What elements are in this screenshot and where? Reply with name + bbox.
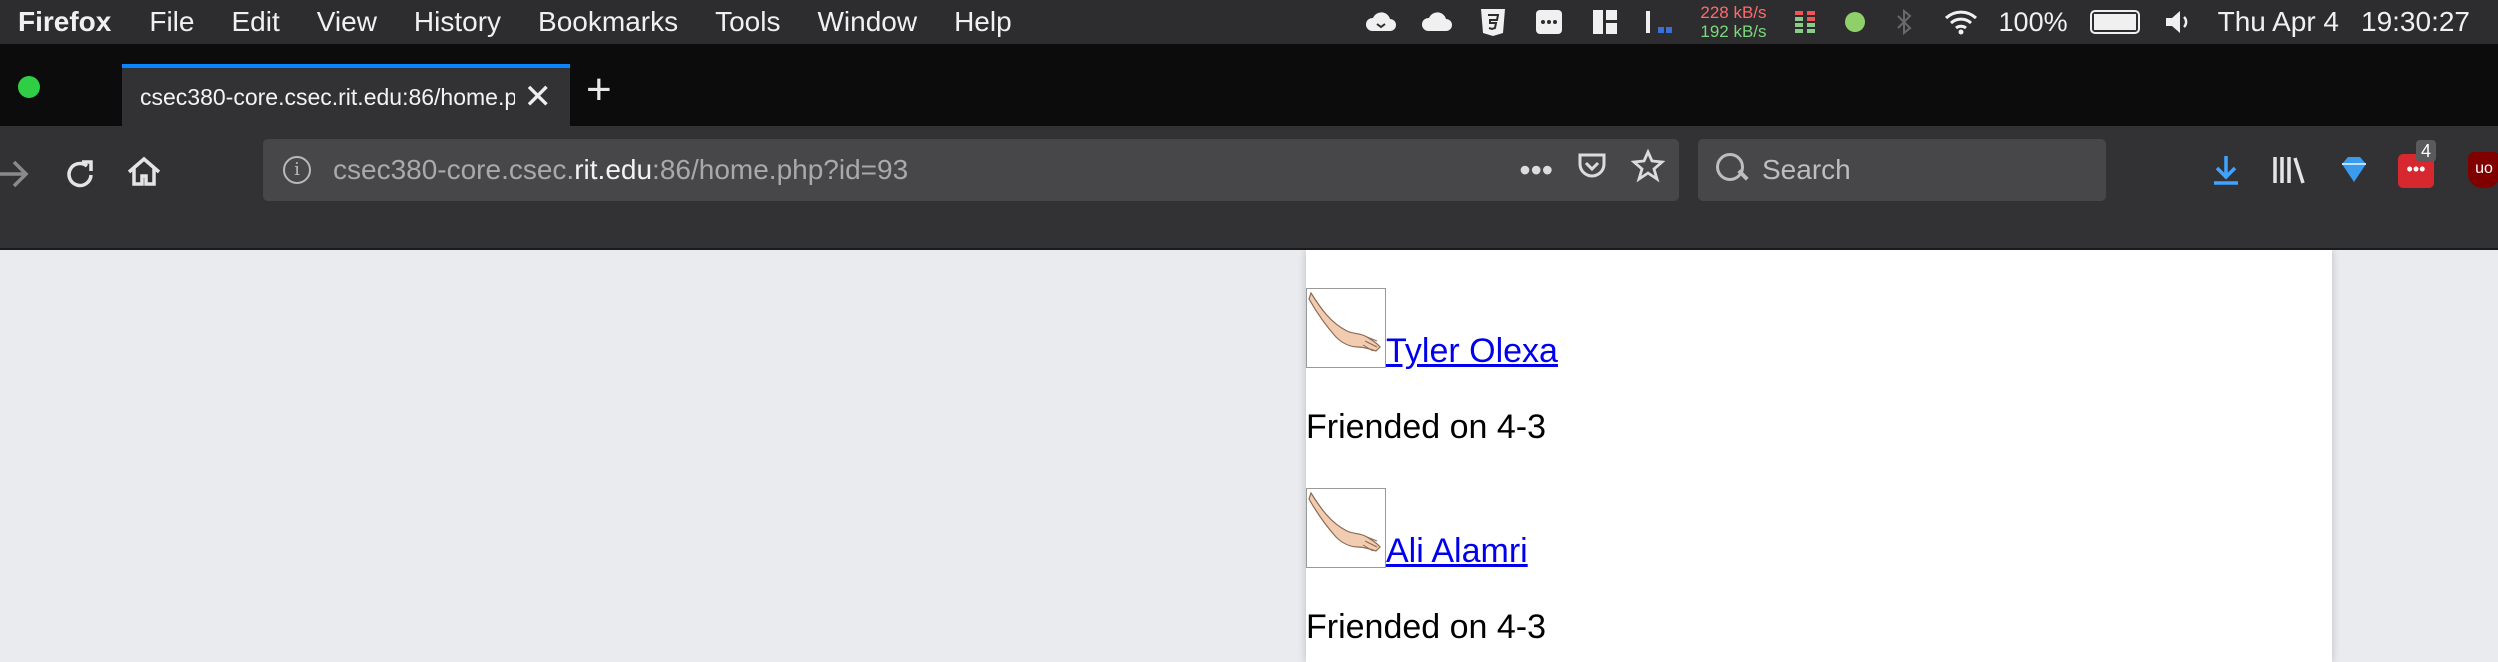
tab-active[interactable]: csec380-core.csec.rit.edu:86/home.php?id… [122,64,570,126]
ublock-origin-icon[interactable]: uo [2468,152,2498,188]
menu-window[interactable]: Window [817,6,917,38]
page-actions-icon[interactable]: ••• [1519,152,1553,189]
search-bar[interactable]: Search [1698,139,2106,201]
extension-badge-count: 4 [2416,140,2437,162]
cloud-icon[interactable] [1420,7,1454,37]
pocket-icon[interactable] [1575,149,1609,191]
clock-time[interactable]: 19:30:27 [2361,6,2470,38]
bookmark-star-icon[interactable] [1630,148,1666,191]
status-dot-icon[interactable] [1844,12,1865,32]
friend-name-link[interactable]: Tyler Olexa [1386,332,1558,370]
url-suffix: :86/home.php?id=93 [652,154,909,185]
battery-percentage: 100% [1998,6,2068,37]
friend-entry: Tyler Olexa [1306,288,1558,368]
url-text[interactable]: csec380-core.csec.rit.edu:86/home.php?id… [333,154,908,186]
window-layout-icon[interactable] [1588,7,1622,37]
diamond-extension-icon[interactable] [2336,152,2372,195]
network-upload-speed: 228 kB/s [1700,3,1767,22]
battery-icon[interactable] [2089,10,2140,34]
friend-avatar-icon[interactable] [1306,288,1386,368]
html5-icon[interactable] [1476,7,1510,37]
url-prefix: csec380-core.csec. [333,154,575,185]
friended-date: Friended on 4-3 [1306,408,1547,446]
volume-icon[interactable] [2162,7,2196,37]
menu-help[interactable]: Help [954,6,1012,38]
friend-entry: Ali Alamri [1306,488,1528,568]
friended-date: Friended on 4-3 [1306,608,1547,646]
search-icon [1716,153,1750,187]
clock-date[interactable]: Thu Apr 4 [2218,6,2339,38]
network-download-speed: 192 kB/s [1700,22,1767,41]
page-viewport: Tyler Olexa Friended on 4-3 Ali Alamri F… [0,250,2498,662]
bluetooth-icon[interactable] [1887,7,1921,37]
menu-file[interactable]: File [149,6,194,38]
tab-strip: csec380-core.csec.rit.edu:86/home.php?id… [0,44,2498,126]
cloud-sync-icon[interactable] [1364,7,1398,37]
reload-icon[interactable] [60,154,100,202]
forward-arrow-icon[interactable] [0,154,32,202]
wifi-icon[interactable] [1943,7,1977,37]
network-speed-readout[interactable]: 228 kB/s 192 kB/s [1700,3,1766,41]
friend-name-link[interactable]: Ali Alamri [1386,532,1528,570]
status-tray: 228 kB/s 192 kB/s 100% Thu Apr 4 19:30:2… [1364,0,2470,44]
app-menu-firefox[interactable]: Firefox [18,6,111,38]
site-info-icon[interactable]: i [283,156,311,184]
search-placeholder: Search [1762,154,1851,185]
friend-avatar-icon[interactable] [1306,488,1386,568]
close-tab-icon[interactable]: ✕ [524,80,553,114]
menu-edit[interactable]: Edit [231,6,279,38]
home-icon[interactable] [124,152,164,200]
menu-tools[interactable]: Tools [715,6,780,38]
new-tab-button[interactable]: + [586,68,612,112]
url-bar[interactable]: i csec380-core.csec.rit.edu:86/home.php?… [263,139,1679,201]
tab-title: csec380-core.csec.rit.edu:86/home.php?id… [140,83,515,110]
download-icon[interactable] [2208,152,2244,195]
page-content: Tyler Olexa Friended on 4-3 Ali Alamri F… [1306,250,2332,662]
navigation-toolbar: i csec380-core.csec.rit.edu:86/home.php?… [0,126,2498,250]
cpu-meter-icon[interactable] [1644,7,1678,37]
menu-bookmarks[interactable]: Bookmarks [538,6,678,38]
memory-bars-icon[interactable] [1789,7,1823,37]
battery-fill [2093,14,2136,30]
messages-icon[interactable] [1532,7,1566,37]
macos-menu-bar: Firefox File Edit View History Bookmarks… [0,0,2498,44]
window-zoom-button[interactable] [18,76,40,98]
library-icon[interactable] [2270,152,2308,195]
menu-history[interactable]: History [414,6,501,38]
url-host: rit.edu [574,154,653,185]
menu-view[interactable]: View [317,6,377,38]
